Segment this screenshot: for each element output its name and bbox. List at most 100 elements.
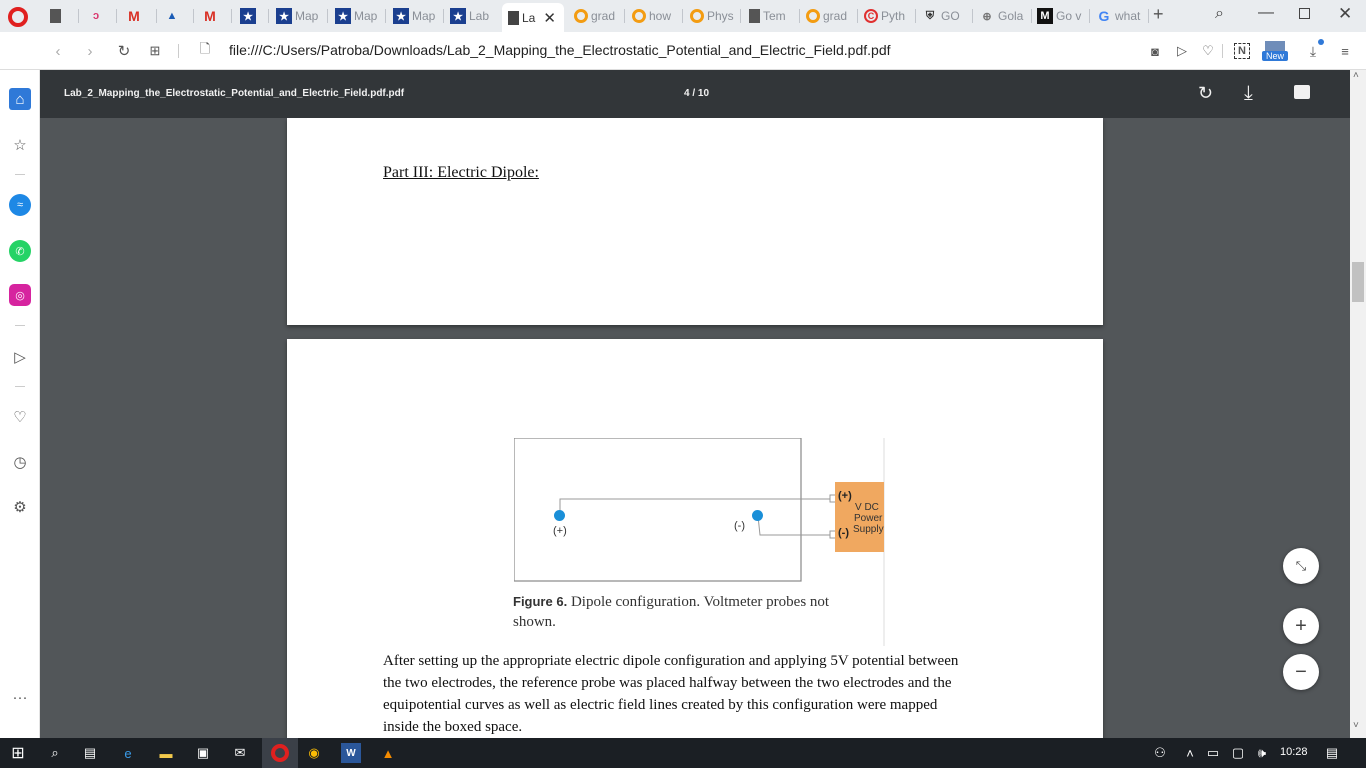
notification-icon[interactable]: ▤ (1322, 743, 1342, 763)
whatsapp-icon[interactable]: ✆ (9, 240, 31, 262)
tab-9[interactable]: ★ Map (393, 3, 443, 29)
edge-icon[interactable]: e (118, 743, 138, 763)
history-icon[interactable]: ◷ (9, 451, 31, 473)
clock[interactable]: 10:28 (1280, 746, 1308, 758)
tab-2[interactable]: ↄ (88, 3, 110, 29)
shield-icon: ⛨ (925, 9, 935, 22)
document-icon (50, 9, 61, 23)
positive-electrode-label: (+) (553, 525, 567, 537)
medium-icon: M (1037, 8, 1053, 24)
tab-15[interactable]: Tem (749, 3, 797, 29)
star-outline-icon[interactable]: ☆ (9, 134, 31, 156)
tab-21[interactable]: G what (1096, 3, 1146, 29)
rotate-icon[interactable]: ↻ (1198, 83, 1213, 104)
url-field[interactable]: file:///C:/Users/Patroba/Downloads/Lab_2… (229, 42, 891, 58)
people-icon[interactable]: ⚇ (1150, 743, 1170, 763)
tab-13[interactable]: how (632, 3, 680, 29)
scroll-down-arrow[interactable]: ˅ (1353, 720, 1359, 731)
opera-taskbar-active[interactable] (262, 738, 298, 768)
minimize-button[interactable]: — (1258, 4, 1274, 22)
paragraph-line: inside the boxed space. (383, 719, 523, 735)
address-bar: ‹ › ↻ ⊞ 🗋 file:///C:/Users/Patroba/Downl… (0, 32, 1366, 70)
mail-icon[interactable]: ✉ (230, 743, 250, 763)
tab-12[interactable]: grad (574, 3, 622, 29)
print-icon[interactable] (1294, 85, 1310, 99)
tab-4[interactable]: ▲ (164, 3, 186, 29)
file-icon: 🗋 (199, 41, 211, 56)
page-scrollbar[interactable]: ˄ ˅ (1350, 70, 1366, 738)
tab-8[interactable]: ★ Map (335, 3, 385, 29)
tab-bar: ↄ M ▲ M ★ ★ Map ★ Map ★ Map ★ Lab La ✕ g… (0, 0, 1366, 32)
pdf-page-3: Part III: Electric Dipole: (287, 118, 1103, 325)
store-icon[interactable]: ▣ (193, 743, 213, 763)
search-icon[interactable]: ⌕ (45, 743, 65, 763)
tab-20[interactable]: M Go v (1037, 3, 1087, 29)
document-icon (749, 9, 760, 23)
snapshot-icon[interactable]: ◙ (1145, 41, 1165, 61)
paragraph-line: equipotential curves as well as electric… (383, 697, 938, 713)
battery-icon[interactable]: ▭ (1203, 743, 1223, 763)
star-icon: ★ (393, 8, 409, 24)
speed-dial-icon[interactable]: ⊞ (145, 41, 165, 61)
download-icon[interactable]: ⤓ (1244, 82, 1253, 105)
show-hidden-icons[interactable]: ˄ (1180, 743, 1200, 763)
scroll-up-arrow[interactable]: ˄ (1353, 70, 1359, 81)
fit-page-button[interactable]: ⤡ (1283, 548, 1319, 584)
gmail-icon: M (204, 8, 216, 24)
easy-setup-icon[interactable]: ≡ (1335, 41, 1355, 61)
tab-7[interactable]: ★ Map (276, 3, 326, 29)
pdf-page-4: (+) (-) (+) V DC Power Supply (-) Figure… (287, 339, 1103, 738)
tab-5[interactable]: M (202, 3, 224, 29)
extension-new-icon[interactable]: New (1262, 41, 1288, 63)
tab-3[interactable]: M (126, 3, 148, 29)
body-paragraph: After setting up the appropriate electri… (383, 650, 1043, 738)
task-view-icon[interactable]: ▤ (80, 743, 100, 763)
word-icon[interactable]: W (341, 743, 361, 763)
orange-ring-icon (690, 9, 704, 23)
volume-icon[interactable]: 🕪 (1252, 743, 1272, 763)
windows-taskbar: ⊞ ⌕ ▤ e ▬ ▣ ✉ ◉ W ▲ ⚇ ˄ ▭ ▢ 🕪 10:28 ▤ (0, 738, 1366, 768)
forward-icon[interactable]: › (80, 41, 100, 61)
network-icon[interactable]: ▢ (1228, 743, 1248, 763)
instagram-icon[interactable]: ◎ (9, 284, 31, 306)
tab-19[interactable]: ⊕ Gola (979, 3, 1029, 29)
tab-active-pdf[interactable]: La ✕ (502, 3, 564, 32)
extension-n-icon[interactable]: N (1234, 43, 1250, 59)
opera-logo-icon[interactable] (8, 7, 28, 27)
send-icon[interactable]: ▷ (1172, 41, 1192, 61)
tab-16[interactable]: grad (806, 3, 856, 29)
star-icon: ★ (240, 8, 256, 24)
close-tab-icon[interactable]: ✕ (543, 9, 556, 27)
scroll-thumb[interactable] (1352, 262, 1364, 302)
positive-electrode (554, 510, 565, 521)
messenger-icon[interactable]: ≈ (9, 194, 31, 216)
tab-10[interactable]: ★ Lab (450, 3, 498, 29)
tab-18[interactable]: ⛨ GO (922, 3, 970, 29)
tab-14[interactable]: Phys (690, 3, 738, 29)
tab-1[interactable] (50, 3, 72, 29)
back-icon[interactable]: ‹ (48, 41, 68, 61)
red-c-icon: C (864, 9, 878, 23)
search-icon[interactable]: ⌕ (1215, 5, 1224, 23)
figure-caption: Figure 6. Dipole configuration. Voltmete… (513, 594, 830, 630)
chrome-icon[interactable]: ◉ (304, 743, 324, 763)
home-icon[interactable]: ⌂ (9, 88, 31, 110)
reload-icon[interactable]: ↻ (114, 41, 134, 61)
tab-17[interactable]: C Pyth (864, 3, 914, 29)
pdf-viewer[interactable]: Part III: Electric Dipole: (+) (-) (+) V… (40, 118, 1350, 738)
zoom-in-button[interactable]: + (1283, 608, 1319, 644)
windows-start-icon[interactable]: ⊞ (8, 743, 28, 763)
zoom-out-button[interactable]: − (1283, 654, 1319, 690)
heart-icon[interactable]: ♡ (9, 406, 31, 428)
new-tab-button[interactable]: + (1153, 4, 1164, 25)
more-icon[interactable]: ··· (9, 686, 31, 708)
tab-6[interactable]: ★ (240, 3, 262, 29)
close-window-button[interactable]: ✕ (1338, 4, 1352, 24)
negative-electrode-label: (-) (734, 520, 745, 532)
settings-gear-icon[interactable]: ⚙ (9, 496, 31, 518)
file-explorer-icon[interactable]: ▬ (156, 743, 176, 763)
vlc-icon[interactable]: ▲ (378, 743, 398, 763)
send-icon[interactable]: ▷ (9, 346, 31, 368)
restore-button[interactable] (1299, 8, 1310, 19)
heart-icon[interactable]: ♡ (1198, 41, 1218, 61)
